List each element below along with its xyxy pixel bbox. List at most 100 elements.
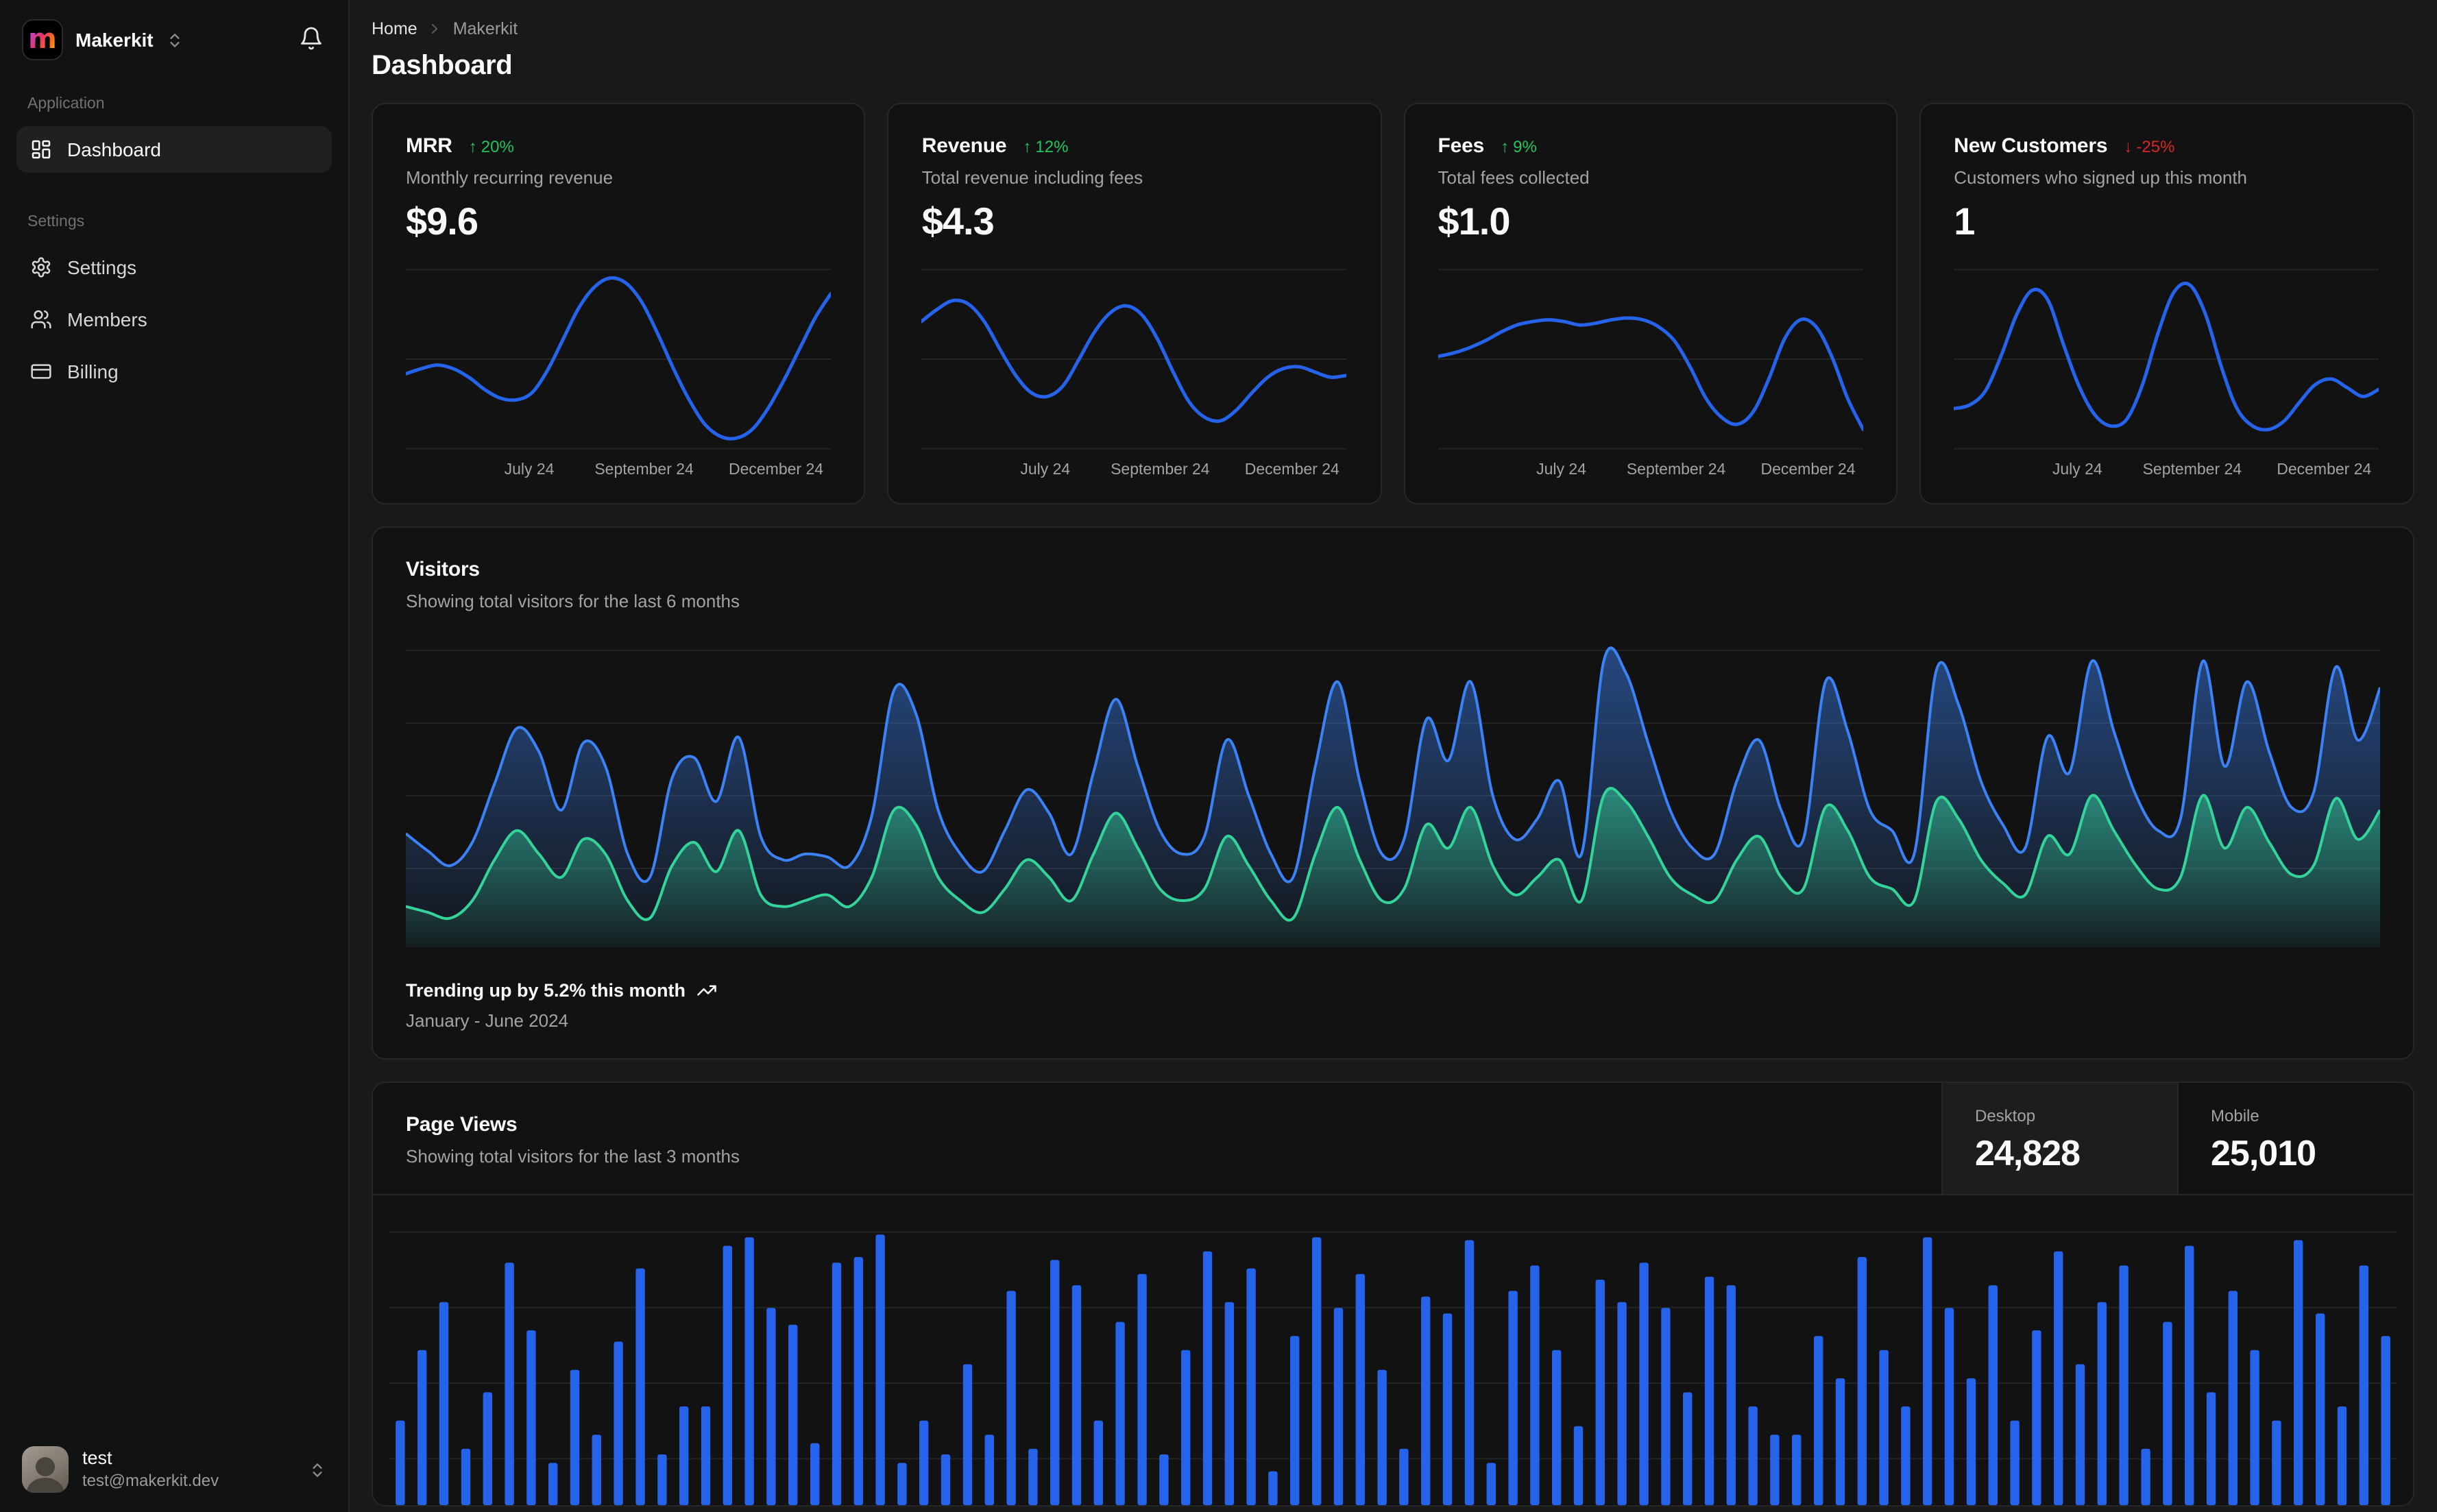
arrow-up-icon: ↑: [1501, 136, 1510, 156]
x-axis-ticks: July 24 September 24 December 24: [406, 462, 832, 484]
x-tick: December 24: [2277, 462, 2372, 478]
stat-cards-row: MRR ↑ 20% Monthly recurring revenue $9.6 …: [372, 103, 2414, 504]
section-label: Application: [27, 96, 105, 112]
sidebar: m Makerkit Application Dashboard Setting…: [0, 0, 350, 1512]
chevron-right-icon: [427, 21, 444, 37]
visitors-area-chart[interactable]: [404, 644, 2381, 947]
mrr-sparkline-chart[interactable]: [404, 266, 833, 452]
tab-mobile[interactable]: Mobile 25,010: [2177, 1083, 2412, 1194]
stat-subtitle: Monthly recurring revenue: [406, 167, 614, 188]
page-views-subtitle: Showing total visitors for the last 3 mo…: [406, 1146, 740, 1167]
x-tick: December 24: [728, 462, 824, 478]
stat-subtitle: Total revenue including fees: [921, 167, 1143, 188]
revenue-sparkline-chart[interactable]: [920, 266, 1349, 452]
user-menu[interactable]: test test@makerkit.dev: [16, 1438, 332, 1493]
stat-card-fees: Fees ↑ 9% Total fees collected $1.0 July …: [1403, 103, 1898, 504]
sidebar-item-members[interactable]: Members: [16, 296, 332, 343]
stat-card-revenue: Revenue ↑ 12% Total revenue including fee…: [887, 103, 1382, 504]
visitors-date-range: January - June 2024: [406, 1010, 569, 1031]
tab-value: 24,828: [1975, 1132, 2081, 1173]
stat-card-mrr: MRR ↑ 20% Monthly recurring revenue $9.6 …: [372, 103, 866, 504]
sidebar-item-billing[interactable]: Billing: [16, 348, 332, 395]
sidebar-item-label: Members: [67, 308, 147, 330]
tab-desktop[interactable]: Desktop 24,828: [1941, 1083, 2177, 1194]
visitors-subtitle: Showing total visitors for the last 6 mo…: [406, 591, 740, 611]
breadcrumb: Home Makerkit: [372, 19, 2414, 38]
trend-badge: ↑ 20%: [469, 136, 514, 156]
stat-subtitle: Total fees collected: [1438, 167, 1590, 188]
stat-title: New Customers: [1954, 134, 2108, 158]
section-label: Settings: [27, 214, 85, 230]
chevrons-up-down-icon: [308, 1461, 326, 1478]
page-views-title: Page Views: [406, 1113, 518, 1136]
stat-title: MRR: [406, 134, 452, 158]
workspace-name: Makerkit: [75, 29, 154, 51]
breadcrumb-current: Makerkit: [452, 19, 518, 38]
arrow-up-icon: ↑: [1023, 136, 1032, 156]
x-tick: September 24: [2142, 462, 2242, 478]
makerkit-logo: m: [22, 19, 63, 60]
credit-card-icon: [30, 361, 52, 382]
sidebar-item-label: Settings: [67, 256, 137, 278]
x-tick: July 24: [2052, 462, 2102, 478]
x-tick: September 24: [1626, 462, 1726, 478]
bell-icon: [299, 25, 324, 50]
logo-letter: m: [28, 21, 57, 54]
tab-label: Mobile: [2211, 1106, 2259, 1125]
trend-badge: ↑ 9%: [1501, 136, 1537, 156]
stat-value: $4.3: [921, 200, 995, 243]
page-views-bar-chart[interactable]: [389, 1215, 2397, 1505]
sidebar-section-settings: Settings Settings Members Billing: [16, 214, 332, 400]
user-avatar: [22, 1446, 69, 1493]
sidebar-item-settings[interactable]: Settings: [16, 244, 332, 291]
users-icon: [30, 308, 52, 330]
stat-value: 1: [1954, 200, 1975, 243]
notifications-button[interactable]: [293, 20, 329, 60]
main-content: Home Makerkit Dashboard MRR ↑ 20% Monthly…: [350, 0, 2437, 1512]
page-views-card: Page Views Showing total visitors for th…: [372, 1082, 2414, 1507]
visitors-footer: Trending up by 5.2% this month January -…: [406, 980, 2379, 1031]
user-name: test: [82, 1447, 112, 1468]
visitors-title: Visitors: [406, 558, 480, 581]
tab-label: Desktop: [1975, 1106, 2036, 1125]
x-tick: July 24: [1020, 462, 1071, 478]
sidebar-item-dashboard[interactable]: Dashboard: [16, 126, 332, 173]
workspace-switcher[interactable]: m Makerkit: [22, 19, 184, 60]
page-views-tabs: Desktop 24,828 Mobile 25,010: [1941, 1083, 2412, 1194]
layout-dashboard-icon: [30, 138, 52, 160]
trend-value: 12%: [1035, 136, 1069, 156]
stat-card-new-customers: New Customers ↓ -25% Customers who signed…: [1919, 103, 2414, 504]
x-tick: September 24: [594, 462, 694, 478]
trend-badge: ↓ -25%: [2124, 136, 2174, 156]
customers-sparkline-chart[interactable]: [1952, 266, 2381, 452]
page-views-header: Page Views Showing total visitors for th…: [373, 1083, 2412, 1195]
dashboard-app: m Makerkit Application Dashboard Setting…: [0, 0, 2437, 1512]
user-meta: test test@makerkit.dev: [82, 1448, 295, 1492]
x-tick: September 24: [1111, 462, 1210, 478]
x-tick: December 24: [1760, 462, 1856, 478]
breadcrumb-home[interactable]: Home: [372, 19, 417, 38]
fees-sparkline-chart[interactable]: [1436, 266, 1865, 452]
page-title: Dashboard: [372, 51, 513, 81]
sidebar-header: m Makerkit: [16, 16, 332, 60]
x-tick: July 24: [1536, 462, 1586, 478]
user-email: test@makerkit.dev: [82, 1470, 219, 1490]
x-tick: July 24: [504, 462, 555, 478]
stat-subtitle: Customers who signed up this month: [1954, 167, 2248, 188]
sidebar-section-application: Application Dashboard: [16, 96, 332, 178]
trending-up-icon: [696, 980, 717, 1001]
x-axis-ticks: July 24 September 24 December 24: [1954, 462, 2379, 484]
stat-title: Revenue: [921, 134, 1007, 158]
sidebar-item-label: Billing: [67, 361, 119, 382]
trend-value: -25%: [2136, 136, 2175, 156]
stat-value: $1.0: [1438, 200, 1511, 243]
trend-value: 9%: [1513, 136, 1537, 156]
x-axis-ticks: July 24 September 24 December 24: [922, 462, 1348, 484]
sidebar-item-label: Dashboard: [67, 138, 161, 160]
chevrons-up-down-icon: [166, 31, 184, 49]
gear-icon: [30, 256, 52, 278]
stat-title: Fees: [1438, 134, 1485, 158]
stat-value: $9.6: [406, 200, 478, 243]
trend-badge: ↑ 12%: [1023, 136, 1068, 156]
arrow-down-icon: ↓: [2124, 136, 2133, 156]
